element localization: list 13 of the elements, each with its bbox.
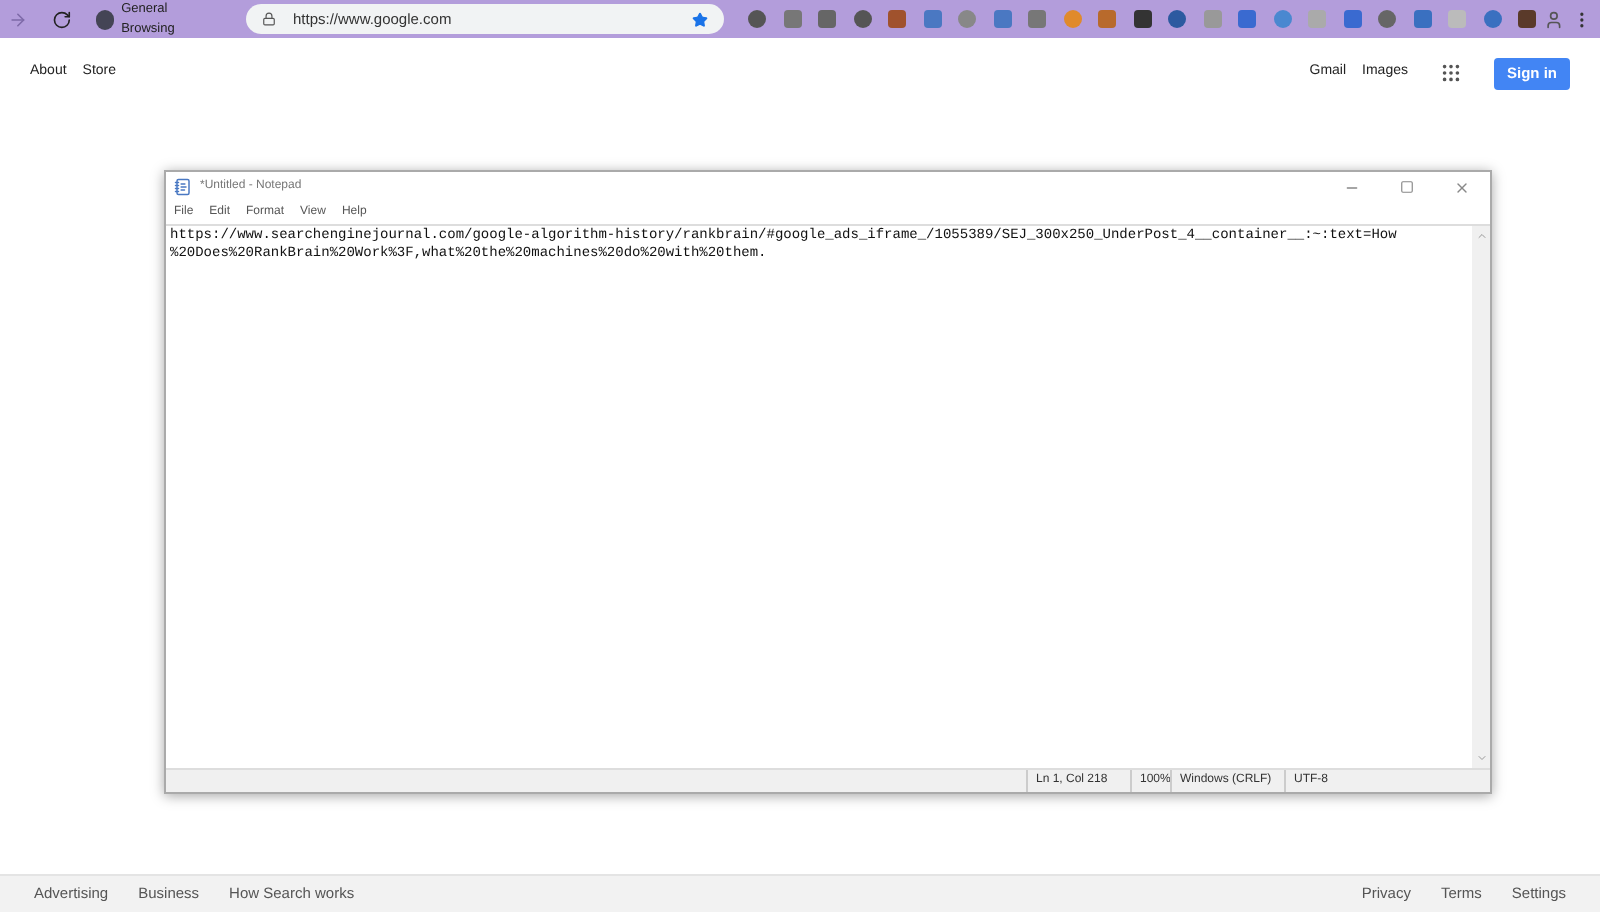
vertical-scrollbar[interactable] [1472, 226, 1490, 768]
notepad-icon [174, 178, 192, 196]
bookmark-star-icon[interactable] [692, 11, 709, 27]
avatar-icon [95, 9, 114, 29]
account-icon[interactable] [1544, 9, 1565, 29]
reload-icon[interactable] [51, 9, 72, 29]
lock-icon [262, 12, 277, 26]
maximize-icon[interactable] [1400, 180, 1414, 194]
scroll-down-icon[interactable] [1475, 752, 1487, 764]
forward-icon[interactable] [8, 9, 28, 29]
scroll-up-icon[interactable] [1475, 230, 1487, 242]
close-icon[interactable] [1454, 179, 1470, 195]
apps-grid-icon[interactable] [1440, 62, 1462, 84]
